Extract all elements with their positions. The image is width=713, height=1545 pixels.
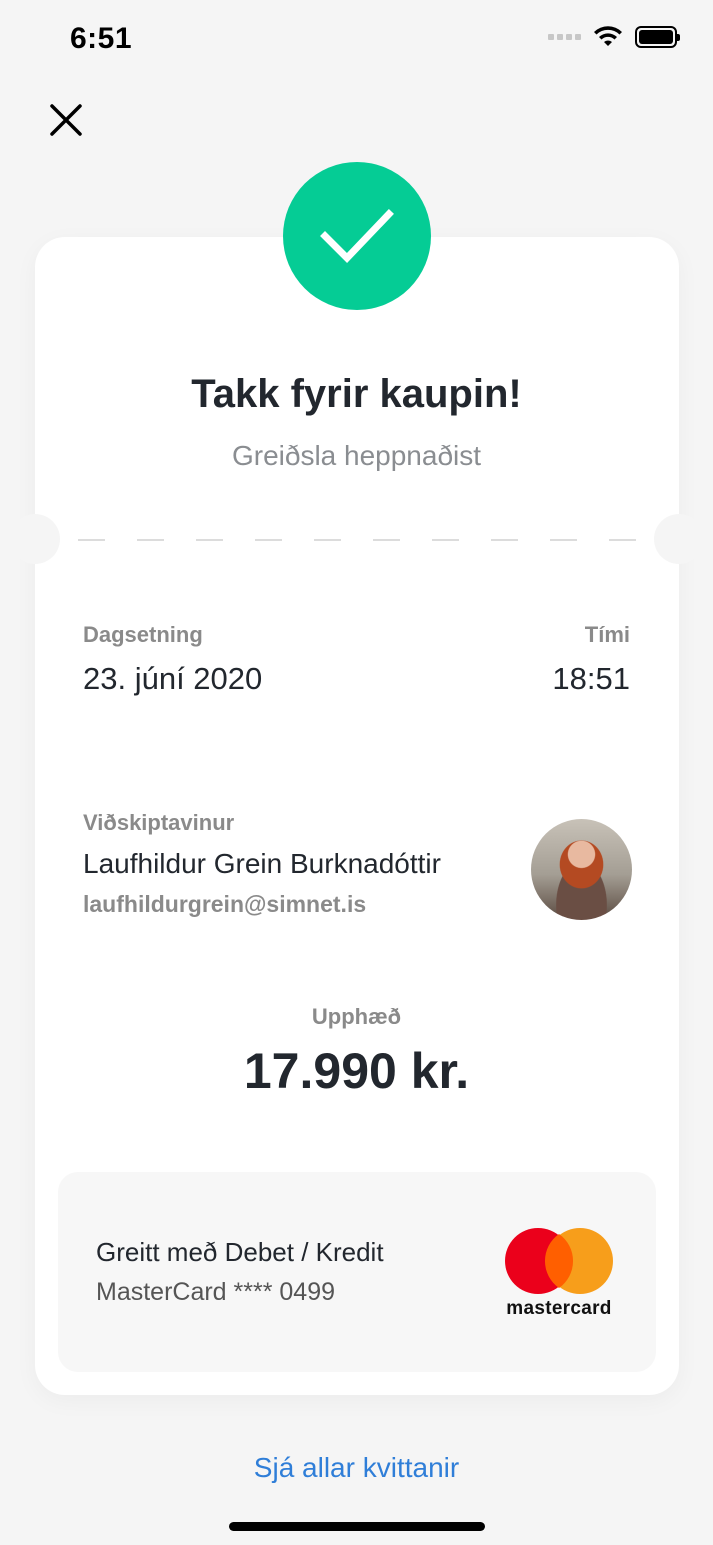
customer-avatar [531,819,632,920]
status-icons [548,26,680,48]
payment-card-number: MasterCard **** 0499 [96,1278,336,1306]
ticket-divider [78,539,636,541]
cellular-signal-icon [548,34,581,40]
amount-label: Upphæð [311,1004,402,1029]
wifi-icon [594,26,622,46]
payment-method-title: Greitt með Debet / Kredit [96,1237,384,1267]
close-button[interactable] [46,100,86,140]
time-label: Tími [584,622,630,647]
home-indicator[interactable] [229,1522,485,1531]
success-badge [283,162,431,310]
close-icon [50,104,82,136]
all-receipts-link[interactable]: Sjá allar kvittanir [0,1452,713,1484]
status-time: 6:51 [70,22,133,55]
customer-name: Laufhildur Grein Burknadóttir [83,848,441,879]
ticket-notch-left [10,514,60,564]
ticket-notch-right [654,514,704,564]
amount-value: 17.990 kr. [243,1043,470,1099]
battery-icon [635,26,680,48]
success-title: Takk fyrir kaupin! [191,372,522,416]
time-value: 18:51 [552,661,630,696]
checkmark-icon [320,209,394,264]
payment-method-box: Greitt með Debet / Kredit MasterCard ***… [58,1172,656,1372]
mastercard-logo: mastercard [498,1226,620,1322]
mastercard-wordmark: mastercard [506,1298,612,1319]
customer-label: Viðskiptavinur [83,810,235,835]
customer-email: laufhildurgrein@simnet.is [83,891,367,917]
date-value: 23. júní 2020 [83,661,263,696]
success-subtitle: Greiðsla heppnaðist [231,440,482,471]
date-label: Dagsetning [83,622,203,647]
status-bar: 6:51 [0,0,713,80]
